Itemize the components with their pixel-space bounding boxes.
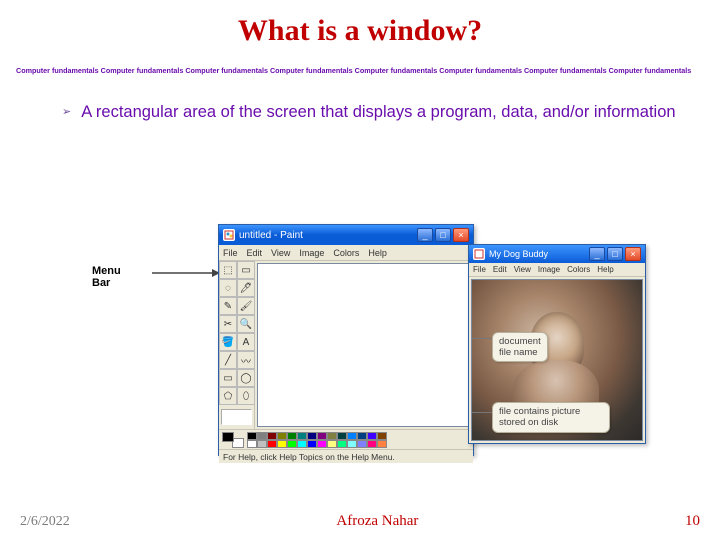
menu-item-colors[interactable]: Colors	[567, 265, 590, 274]
color-swatch[interactable]	[377, 432, 387, 440]
color-swatch[interactable]	[277, 440, 287, 448]
menu-item-image[interactable]: Image	[299, 248, 324, 258]
color-swatch[interactable]	[357, 440, 367, 448]
color-swatch[interactable]	[247, 440, 257, 448]
color-swatch[interactable]	[307, 440, 317, 448]
image-menubar: File Edit View Image Colors Help	[469, 263, 645, 277]
menu-item-help[interactable]: Help	[597, 265, 613, 274]
tool-13[interactable]: ◯	[237, 369, 255, 387]
minimize-button[interactable]: _	[417, 228, 433, 242]
tool-4[interactable]: ✎	[219, 297, 237, 315]
menu-item-image[interactable]: Image	[538, 265, 560, 274]
body-area: ➢ A rectangular area of the screen that …	[0, 75, 720, 123]
bullet-text: A rectangular area of the screen that di…	[81, 101, 675, 123]
menu-item-help[interactable]: Help	[368, 248, 387, 258]
repeated-subtitle: Computer fundamentals Computer fundament…	[0, 48, 720, 75]
maximize-button[interactable]: □	[435, 228, 451, 242]
menu-item-view[interactable]: View	[271, 248, 290, 258]
color-swatch[interactable]	[307, 432, 317, 440]
color-swatch[interactable]	[327, 440, 337, 448]
color-swatch[interactable]	[247, 432, 257, 440]
arrow-icon	[152, 266, 222, 280]
color-swatch[interactable]	[347, 440, 357, 448]
color-swatch[interactable]	[267, 440, 277, 448]
image-app-icon	[473, 248, 485, 260]
paint-window: untitled - Paint _ □ × File Edit View Image…	[218, 224, 474, 456]
color-swatch[interactable]	[287, 440, 297, 448]
color-swatch[interactable]	[327, 432, 337, 440]
tool-8[interactable]: 🪣	[219, 333, 237, 351]
color-bar	[219, 429, 473, 449]
paint-title-text: untitled - Paint	[239, 230, 417, 241]
paint-toolbox: ⬚▭◌🖊✎🖌✂🔍🪣A╱〰▭◯⬠⬯	[219, 261, 255, 429]
color-swatch[interactable]	[297, 440, 307, 448]
color-swatch[interactable]	[317, 432, 327, 440]
image-titlebar: My Dog Buddy _ □ ×	[469, 245, 645, 263]
menu-item-edit[interactable]: Edit	[493, 265, 507, 274]
tool-10[interactable]: ╱	[219, 351, 237, 369]
close-button[interactable]: ×	[453, 228, 469, 242]
footer: 2/6/2022 Afroza Nahar 10	[0, 513, 720, 530]
color-swatch[interactable]	[257, 432, 267, 440]
tool-2[interactable]: ◌	[219, 279, 237, 297]
menu-item-view[interactable]: View	[514, 265, 531, 274]
paint-canvas[interactable]	[257, 263, 471, 427]
bullet-item: ➢ A rectangular area of the screen that …	[62, 101, 690, 123]
minimize-button[interactable]: _	[589, 247, 605, 261]
tool-5[interactable]: 🖌	[237, 297, 255, 315]
callout-leader	[472, 338, 494, 339]
paint-menubar: File Edit View Image Colors Help	[219, 245, 473, 261]
color-swatch[interactable]	[287, 432, 297, 440]
chevron-icon: ➢	[62, 105, 71, 118]
tool-3[interactable]: 🖊	[237, 279, 255, 297]
paint-body: ⬚▭◌🖊✎🖌✂🔍🪣A╱〰▭◯⬠⬯	[219, 261, 473, 429]
color-swatch[interactable]	[367, 432, 377, 440]
color-swatch[interactable]	[257, 440, 267, 448]
callout-filename: document file name	[492, 332, 548, 362]
menu-item-file[interactable]: File	[223, 248, 238, 258]
color-palette	[247, 432, 387, 448]
close-button[interactable]: ×	[625, 247, 641, 261]
color-swatch[interactable]	[277, 432, 287, 440]
color-swatch[interactable]	[347, 432, 357, 440]
tool-7[interactable]: 🔍	[237, 315, 255, 333]
tool-9[interactable]: A	[237, 333, 255, 351]
maximize-button[interactable]: □	[607, 247, 623, 261]
slide: What is a window? Computer fundamentals …	[0, 0, 720, 540]
paint-titlebar: untitled - Paint _ □ ×	[219, 225, 473, 245]
color-swatch[interactable]	[297, 432, 307, 440]
window-buttons: _ □ ×	[417, 228, 469, 242]
color-swatch[interactable]	[337, 440, 347, 448]
page-number: 10	[685, 513, 700, 530]
menu-item-colors[interactable]: Colors	[333, 248, 359, 258]
menu-item-file[interactable]: File	[473, 265, 486, 274]
tool-1[interactable]: ▭	[237, 261, 255, 279]
menu-item-edit[interactable]: Edit	[247, 248, 263, 258]
footer-date: 2/6/2022	[20, 514, 70, 530]
tool-0[interactable]: ⬚	[219, 261, 237, 279]
color-swatch[interactable]	[317, 440, 327, 448]
callout-leader	[472, 412, 494, 413]
paint-statusbar: For Help, click Help Topics on the Help …	[219, 449, 473, 463]
tool-11[interactable]: 〰	[237, 351, 255, 369]
tool-12[interactable]: ▭	[219, 369, 237, 387]
color-swatch[interactable]	[267, 432, 277, 440]
footer-author: Afroza Nahar	[336, 513, 418, 530]
color-swatch[interactable]	[377, 440, 387, 448]
paint-app-icon	[223, 229, 235, 241]
tool-6[interactable]: ✂	[219, 315, 237, 333]
menu-bar-label: Menu Bar	[92, 265, 121, 289]
callout-file-description: file contains picture stored on disk	[492, 402, 610, 433]
fg-bg-swatch[interactable]	[222, 432, 244, 448]
color-swatch[interactable]	[337, 432, 347, 440]
color-swatch[interactable]	[367, 440, 377, 448]
tool-options	[221, 409, 252, 425]
window-buttons: _ □ ×	[589, 247, 641, 261]
tool-14[interactable]: ⬠	[219, 387, 237, 405]
image-title-text: My Dog Buddy	[489, 249, 589, 259]
tool-15[interactable]: ⬯	[237, 387, 255, 405]
color-swatch[interactable]	[357, 432, 367, 440]
slide-title: What is a window?	[0, 0, 720, 48]
